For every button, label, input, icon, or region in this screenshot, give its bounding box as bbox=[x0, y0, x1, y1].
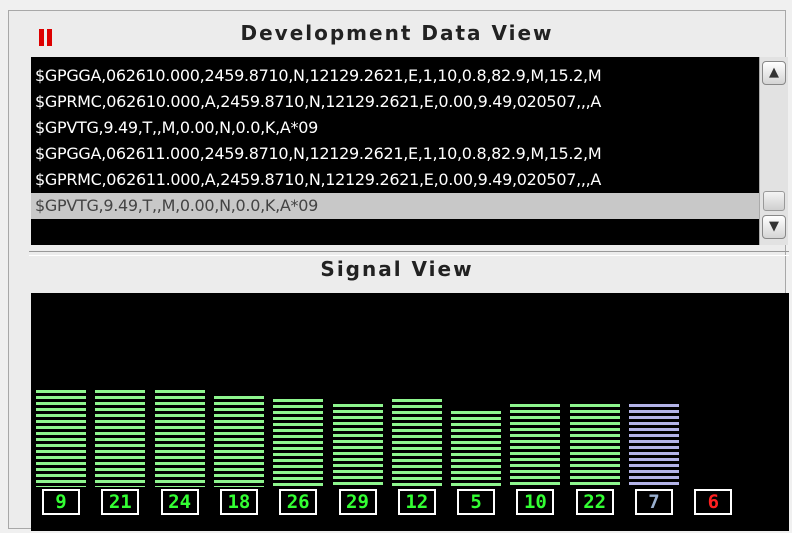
satellite-prn-label: 6 bbox=[694, 489, 733, 515]
signal-bar bbox=[629, 404, 679, 487]
signal-view-title: Signal View bbox=[320, 257, 474, 281]
satellite-prn-label: 26 bbox=[279, 489, 318, 515]
nmea-line[interactable]: $GPVTG,9.49,T,,M,0.00,N,0.0,K,A*09 bbox=[35, 115, 318, 141]
signal-bar bbox=[213, 396, 264, 487]
signal-bars-panel: 9 21 24 18 26 29 12 5 10 22 7 6 bbox=[31, 293, 789, 531]
signal-bar bbox=[154, 390, 205, 487]
nmea-line[interactable]: $GPGGA,062611.000,2459.8710,N,12129.2621… bbox=[35, 141, 602, 167]
signal-bar bbox=[95, 390, 146, 487]
signal-bar bbox=[332, 404, 383, 487]
signal-bar bbox=[273, 399, 324, 487]
scrollbar-thumb[interactable] bbox=[763, 191, 785, 211]
satellite-prn-label: 5 bbox=[457, 489, 496, 515]
satellite-prn-label: 12 bbox=[397, 489, 436, 515]
nmea-log-list[interactable]: $GPGGA,062610.000,2459.8710,N,12129.2621… bbox=[31, 57, 759, 245]
nmea-line[interactable]: $GPVTG,9.49,T,,M,0.00,N,0.0,K,A*09 bbox=[31, 193, 759, 219]
satellite-prn-label: 7 bbox=[635, 489, 673, 515]
satellite-prn-label: 22 bbox=[575, 489, 614, 515]
satellite-prn-label: 29 bbox=[338, 489, 377, 515]
satellite-prn-label: 9 bbox=[42, 489, 80, 515]
satellite-prn-label: 10 bbox=[516, 489, 555, 515]
signal-bar bbox=[569, 404, 620, 487]
chevron-up-icon[interactable]: ▲ bbox=[762, 61, 786, 85]
chevron-down-icon[interactable]: ▼ bbox=[762, 215, 786, 239]
app-window: Development Data View $GPGGA,062610.000,… bbox=[8, 10, 789, 531]
satellite-prn-label: 24 bbox=[160, 489, 199, 515]
signal-bar bbox=[510, 404, 561, 487]
signal-bar bbox=[391, 399, 442, 487]
nmea-log-scrollbar[interactable]: ▲ ▼ bbox=[759, 57, 788, 245]
nmea-line[interactable]: $GPRMC,062611.000,A,2459.8710,N,12129.26… bbox=[35, 167, 601, 193]
panel-splitter[interactable] bbox=[29, 251, 789, 256]
satellite-prn-label: 21 bbox=[101, 489, 140, 515]
development-data-view-title: Development Data View bbox=[240, 21, 554, 45]
signal-bar bbox=[36, 390, 86, 487]
signal-bar bbox=[451, 411, 502, 487]
nmea-line[interactable]: $GPRMC,062610.000,A,2459.8710,N,12129.26… bbox=[35, 89, 601, 115]
satellite-prn-label: 18 bbox=[219, 489, 258, 515]
nmea-line[interactable]: $GPGGA,062610.000,2459.8710,N,12129.2621… bbox=[35, 63, 602, 89]
